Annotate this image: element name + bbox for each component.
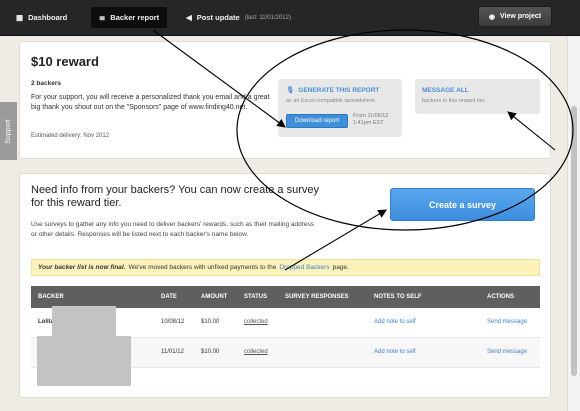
megaphone-icon: ◀: [186, 13, 192, 22]
generate-report-panel: 🎙 GENERATE THIS REPORT as an Excel-compa…: [278, 79, 402, 137]
support-label: Support: [5, 118, 12, 144]
microphone-icon: 🎙: [286, 87, 295, 94]
nav-post-update[interactable]: ◀ Post update (last: 11/01/2012): [178, 7, 299, 28]
header-amount[interactable]: AMOUNT: [201, 294, 227, 300]
pledge-date: 10/08/12: [161, 319, 185, 325]
nav-backer-report-label: Backer report: [110, 13, 160, 22]
survey-description: Use surveys to gather any info you need …: [31, 221, 315, 238]
report-timestamp: From 11/06/12 1:41pm EST: [353, 113, 389, 126]
add-note-link[interactable]: Add note to self: [374, 349, 416, 355]
send-message-link[interactable]: Send message: [487, 349, 527, 355]
message-all-panel[interactable]: MESSAGE ALL backers in this reward tier.: [415, 79, 540, 114]
pledge-date: 11/01/12: [161, 349, 184, 355]
create-survey-button[interactable]: Create a survey: [390, 188, 535, 221]
message-all-subtitle: backers in this reward tier.: [422, 98, 486, 104]
estimated-delivery: Estimated delivery: Nov 2012: [31, 133, 110, 139]
pledge-amount: $10.00: [201, 319, 220, 325]
eye-icon: ◉: [488, 13, 495, 21]
header-survey-responses: SURVEY RESPONSES: [285, 294, 349, 300]
top-nav-bar: ▦ Dashboard ≣ Backer report ◀ Post updat…: [0, 0, 580, 36]
header-notes: NOTES TO SELF: [374, 294, 422, 300]
nav-post-update-sub: (last: 11/01/2012): [244, 14, 291, 21]
reward-description: For your support, you will receive a per…: [31, 94, 270, 111]
backer-count: 2 backers: [31, 80, 61, 87]
notice-tail: page.: [332, 264, 349, 271]
redaction-block: [37, 336, 131, 386]
scrollbar-thumb[interactable]: [571, 106, 577, 376]
redaction-block: [52, 306, 116, 340]
reward-title: $10 reward: [31, 54, 99, 69]
notice-text: We've moved backers with unfixed payment…: [128, 264, 277, 271]
header-status[interactable]: STATUS: [244, 294, 267, 300]
nav-backer-report[interactable]: ≣ Backer report: [91, 7, 168, 28]
header-backer[interactable]: BACKER: [38, 294, 64, 300]
send-message-link[interactable]: Send message: [487, 319, 527, 325]
message-all-title[interactable]: MESSAGE ALL: [422, 87, 469, 94]
final-list-notice: Your backer list is now final. We've mov…: [31, 259, 540, 276]
notice-emphasis: Your backer list is now final.: [38, 264, 126, 271]
survey-heading: Need info from your backers? You can now…: [31, 184, 319, 209]
table-header: BACKER DATE AMOUNT STATUS SURVEY RESPONS…: [31, 286, 540, 308]
generate-report-subtitle: as an Excel-compatible spreadsheet.: [286, 98, 377, 104]
nav-post-update-label: Post update: [196, 13, 240, 22]
nav-dashboard-label: Dashboard: [28, 13, 68, 22]
report-icon: ≣: [99, 13, 106, 22]
generate-report-title: GENERATE THIS REPORT: [298, 86, 380, 94]
dropped-backers-link[interactable]: Dropped Backers: [279, 264, 329, 271]
header-date[interactable]: DATE: [161, 294, 177, 300]
pledge-status[interactable]: collected: [244, 319, 268, 325]
support-tab[interactable]: Support: [0, 102, 17, 160]
nav-dashboard[interactable]: ▦ Dashboard: [8, 7, 75, 28]
reward-card: $10 reward 2 backers For your support, y…: [19, 41, 551, 159]
dashboard-icon: ▦: [16, 13, 24, 22]
view-project-button[interactable]: ◉ View project: [478, 6, 552, 27]
vertical-scrollbar[interactable]: [567, 36, 580, 411]
add-note-link[interactable]: Add note to self: [374, 319, 416, 325]
generate-report-link[interactable]: 🎙 GENERATE THIS REPORT: [286, 86, 380, 95]
header-actions: ACTIONS: [487, 294, 514, 300]
view-project-label: View project: [500, 13, 542, 20]
pledge-status[interactable]: collected: [244, 349, 268, 355]
pledge-amount: $10.00: [201, 349, 220, 355]
download-report-button[interactable]: Download report: [286, 114, 348, 128]
